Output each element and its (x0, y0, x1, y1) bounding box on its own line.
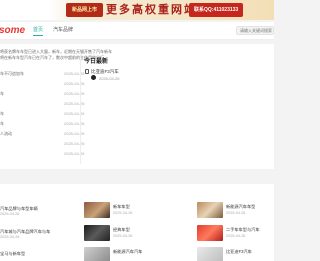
grid-card-thumbnail[interactable] (197, 202, 223, 218)
list-item-date: 2025-04-26 (64, 81, 85, 86)
list-item-date: 2025-04-26 (64, 141, 85, 146)
list-item-date: 2025-04-26 (64, 71, 85, 76)
grid-card-title[interactable]: 宝马与新车型 (0, 251, 25, 257)
list-item[interactable]: 人流动 (0, 131, 12, 136)
list-item-date: 2025-04-26 (64, 151, 85, 156)
panel-title: 今日最新 (84, 59, 109, 65)
grid-card-thumbnail[interactable] (197, 247, 223, 261)
latest-item-date: 2025-04-26 (99, 76, 120, 81)
list-item-date: 2025-04-26 (64, 131, 85, 136)
grid-card-date: 2025-04-26 (226, 234, 246, 238)
list-item[interactable]: 车 (0, 91, 4, 96)
grid-card-thumbnail[interactable] (84, 247, 110, 261)
top-ad-banner[interactable]: 新品网上市 更多高权重网站转让 联系QQ:411023133 (0, 0, 274, 20)
search-input[interactable] (236, 26, 274, 35)
grid-card-date: 2025-04-26 (113, 234, 133, 238)
article-icon (85, 69, 89, 74)
grid-card-title[interactable]: 新能源汽车车型 (226, 204, 255, 210)
grid-card-date: 2025-04-26 (0, 235, 20, 239)
grid-card-date: 2025-04-26 (226, 211, 246, 215)
grid-card-title[interactable]: 经典车型 (113, 227, 130, 233)
list-item[interactable]: 车不可追加车 (0, 71, 24, 76)
list-item[interactable]: 车 (0, 121, 4, 126)
avatar (91, 75, 96, 80)
grid-card-thumbnail[interactable] (84, 225, 110, 241)
grid-card-date: 2025-04-26 (113, 211, 133, 215)
grid-card-title[interactable]: 二手车车型与汽车 (226, 227, 260, 233)
grid-card-thumbnail[interactable] (84, 202, 110, 218)
grid-card-thumbnail[interactable] (197, 225, 223, 241)
grid-card-title[interactable]: 比亚迪F3汽车 (226, 249, 252, 255)
list-item[interactable]: 车 (0, 111, 4, 116)
grid-card-title[interactable]: 新能源汽车汽车 (113, 249, 142, 255)
latest-item-title[interactable]: 比亚迪F3汽车 (91, 69, 119, 75)
grid-card-title[interactable]: 新车车型 (113, 204, 130, 210)
grid-card-date: 2025-04-26 (0, 212, 20, 216)
tab-home[interactable]: 首页 (33, 25, 44, 36)
column-divider (80, 52, 81, 164)
site-logo[interactable]: some (0, 25, 25, 37)
list-item-date: 2025-04-26 (64, 91, 85, 96)
banner-tag: 新品网上市 (66, 3, 104, 17)
list-item-date: 2025-04-26 (64, 101, 85, 106)
list-item[interactable]: 将获名牌车车型已进入大量，新车，近期在天猫开售了汽车新车 (0, 49, 112, 54)
article-grid: 汽车品牌与车型车辆 2025-04-26 汽车城与汽车品牌汽车与车 2025-0… (0, 184, 274, 261)
top-nav: some 首页 汽车品牌 (0, 22, 274, 40)
tab-car-brands[interactable]: 汽车品牌 (53, 25, 73, 35)
list-item-date: 2025-04-26 (64, 121, 85, 126)
main-content: 将获名牌车车型已进入大量，新车，近期在天猫开售了汽车新车 将在新车车型汽车已在汽… (0, 44, 274, 169)
list-item-date: 2025-04-26 (64, 111, 85, 116)
banner-contact[interactable]: 联系QQ:411023133 (189, 3, 244, 17)
